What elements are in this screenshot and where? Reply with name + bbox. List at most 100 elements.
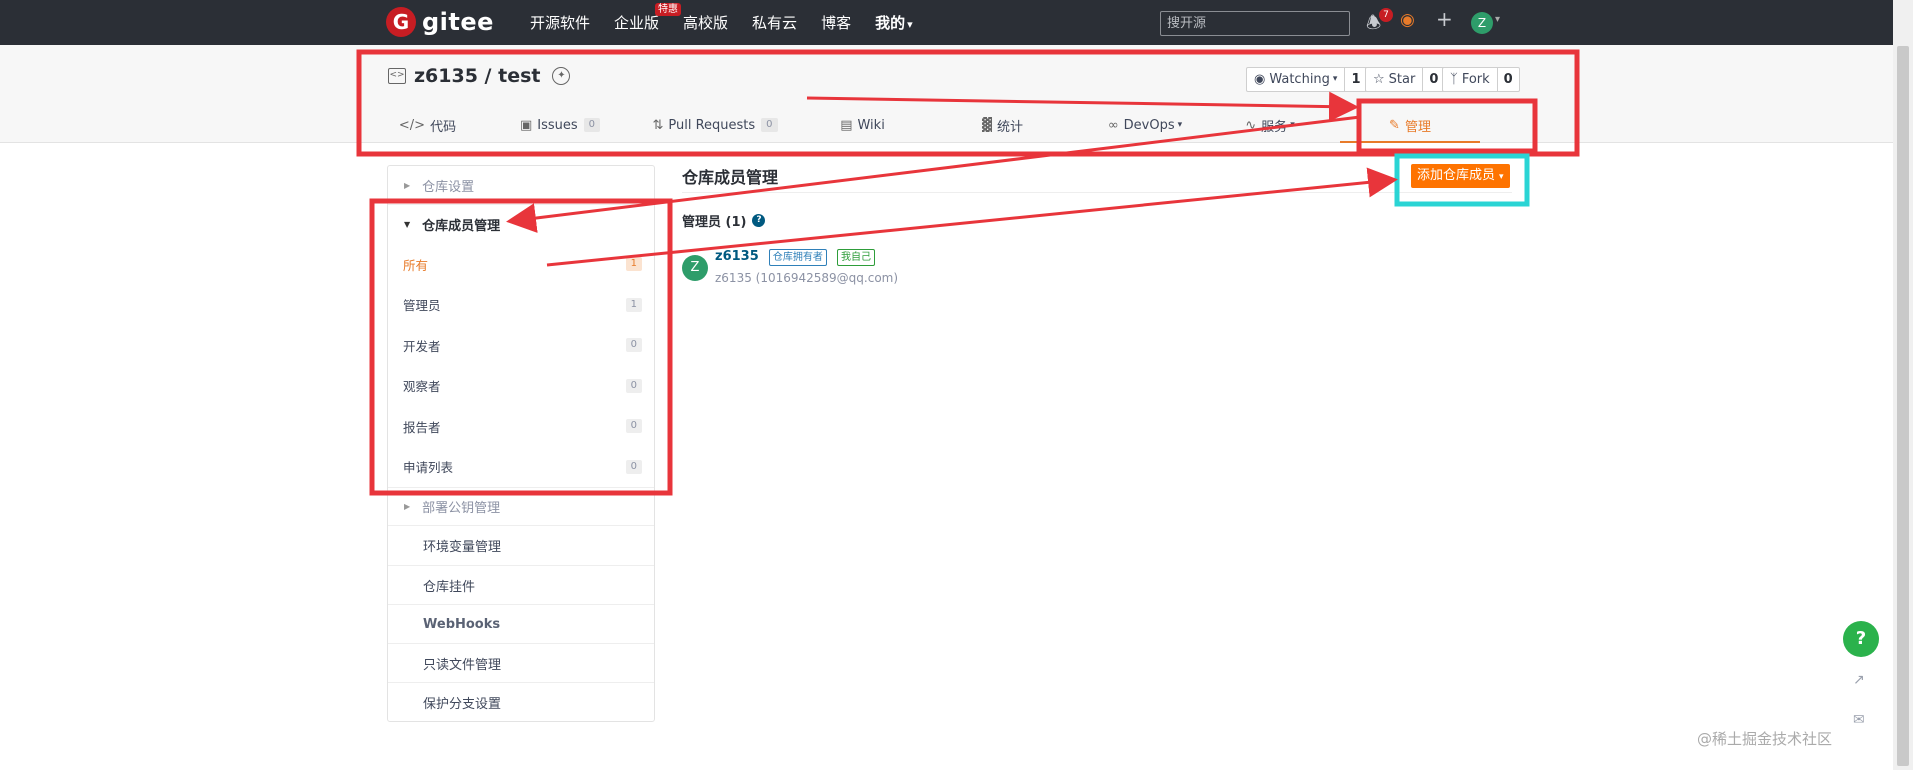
watching-button[interactable]: ◉ Watching ▾ 1 <box>1246 67 1368 92</box>
add-member-button[interactable]: 添加仓库成员 ▾ <box>1411 164 1510 188</box>
caret-right-icon: ▶ <box>404 502 411 511</box>
sidebar-item-observers[interactable]: 观察者 0 <box>388 366 654 407</box>
sidebar-group-deploy-keys[interactable]: ▶ 部署公钥管理 <box>388 487 654 526</box>
chevron-down-icon: ▾ <box>1177 120 1183 130</box>
watermark: @稀土掘金技术社区 <box>1697 730 1833 748</box>
floating-help-button[interactable]: ? <box>1843 621 1879 657</box>
repo-tabs: </> 代码 ▣ Issues 0 ⇅ Pull Requests 0 ▤ Wiki ▓ 统计… <box>370 107 1520 143</box>
tab-service-label: 服务 <box>1261 119 1288 135</box>
tab-manage-label: 管理 <box>1404 119 1431 135</box>
pull-request-icon: ⇅ <box>652 117 664 133</box>
sidebar-item-readonly-files[interactable]: 只读文件管理 <box>388 643 654 682</box>
member-row: Z z6135 仓库拥有者 我自己 z6135 (1016942589@qq.c… <box>682 249 898 285</box>
member-avatar[interactable]: Z <box>682 255 708 281</box>
tab-wiki-label: Wiki <box>857 117 885 133</box>
tab-issues[interactable]: ▣ Issues 0 <box>485 107 635 143</box>
repo-header: <> z6135 / test ✦ ◉ Watching ▾ 1 ☆ Star 0 ᛉ… <box>0 45 1893 143</box>
tab-service[interactable]: ∿ 服务 ▾ <box>1215 107 1325 143</box>
watching-label: Watching <box>1269 72 1330 87</box>
tab-pr-label: Pull Requests <box>668 117 756 133</box>
count-badge: 1 <box>625 297 642 312</box>
tab-manage[interactable]: ✎ 管理 <box>1340 107 1480 143</box>
top-navbar: G gitee 开源软件 企业版特惠 高校版 私有云 博客 我的▾ 🕭 7 ◉ … <box>0 0 1893 45</box>
watching-count: 1 <box>1344 68 1366 91</box>
gitee-logo[interactable]: G gitee <box>386 7 494 37</box>
sidebar-item-admins[interactable]: 管理员 1 <box>388 285 654 326</box>
settings-sidebar: ▶ 仓库设置 ▼ 仓库成员管理 所有 1 管理员 1 开发者 0 观察者 0 报告者 0 申请… <box>387 165 655 722</box>
sidebar-item-label: 所有 <box>403 257 429 273</box>
nav-university[interactable]: 高校版 <box>683 12 728 33</box>
fork-label: Fork <box>1461 72 1490 87</box>
tab-code-label: 代码 <box>430 119 457 135</box>
sidebar-item-reporters[interactable]: 报告者 0 <box>388 406 654 447</box>
tab-stats[interactable]: ▓ 统计 <box>930 107 1075 143</box>
sidebar-item-all[interactable]: 所有 1 <box>388 244 654 285</box>
gitee-logo-icon: G <box>386 7 416 37</box>
sidebar-item-protected-branches[interactable]: 保护分支设置 <box>388 682 654 721</box>
repo-name[interactable]: z6135 / test <box>414 65 540 87</box>
star-icon: ☆ <box>1373 72 1385 87</box>
add-member-label: 添加仓库成员 <box>1417 168 1496 183</box>
count-badge: 0 <box>625 338 642 353</box>
star-button[interactable]: ☆ Star 0 <box>1365 67 1446 92</box>
caret-down-icon: ▼ <box>404 220 411 229</box>
sidebar-item-applications[interactable]: 申请列表 0 <box>388 447 654 488</box>
member-name[interactable]: z6135 <box>715 249 759 264</box>
nav-open-source[interactable]: 开源软件 <box>530 12 590 33</box>
sidebar-item-env-vars[interactable]: 环境变量管理 <box>388 526 654 565</box>
wiki-icon: ▤ <box>840 117 853 133</box>
question-icon[interactable]: ? <box>752 214 766 227</box>
sidebar-item-label: 管理员 <box>403 298 441 314</box>
count-badge: 0 <box>625 419 642 434</box>
gitee-logo-text: gitee <box>422 8 494 36</box>
tab-pull-requests[interactable]: ⇅ Pull Requests 0 <box>635 107 795 143</box>
service-icon: ∿ <box>1245 117 1257 133</box>
promo-badge: 特惠 <box>655 3 682 16</box>
self-tag: 我自己 <box>837 249 876 266</box>
sidebar-item-widgets[interactable]: 仓库挂件 <box>388 565 654 604</box>
share-icon[interactable]: ↗ <box>1853 672 1865 688</box>
main-nav: 开源软件 企业版 特惠 高校版 私有云 博客 我的 ▾ <box>530 0 937 45</box>
nav-enterprise[interactable]: 企业版 特惠 <box>614 3 682 33</box>
stats-icon: ▓ <box>981 117 992 133</box>
count-badge: 1 <box>625 257 642 272</box>
member-detail: z6135 (1016942589@qq.com) <box>715 271 899 285</box>
repo-title: <> z6135 / test ✦ <box>388 65 571 87</box>
chevron-down-icon[interactable]: ▾ <box>1495 14 1500 25</box>
search-input[interactable] <box>1160 11 1350 36</box>
user-avatar[interactable]: Z <box>1471 12 1493 34</box>
count-badge: 0 <box>625 459 642 474</box>
count-badge: 0 <box>625 378 642 393</box>
tab-pr-count: 0 <box>761 118 778 132</box>
chat-icon[interactable]: ✉ <box>1853 712 1865 728</box>
nav-blog[interactable]: 博客 <box>821 12 851 33</box>
tab-stats-label: 统计 <box>996 119 1023 135</box>
code-repo-icon: <> <box>388 68 406 84</box>
location-pin-icon[interactable]: ◉ <box>1400 10 1415 30</box>
sidebar-item-webhooks[interactable]: WebHooks <box>388 604 654 643</box>
sidebar-item-label: 观察者 <box>403 379 441 395</box>
tab-wiki[interactable]: ▤ Wiki <box>795 107 930 143</box>
owner-tag: 仓库拥有者 <box>768 249 827 266</box>
fork-button[interactable]: ᛉ Fork 0 <box>1442 67 1520 92</box>
plus-icon[interactable]: + <box>1436 7 1453 31</box>
tab-issues-count: 0 <box>583 118 601 132</box>
sidebar-group-member-management[interactable]: ▼ 仓库成员管理 <box>388 205 654 244</box>
tab-code[interactable]: </> 代码 <box>370 107 485 143</box>
nav-private-cloud[interactable]: 私有云 <box>752 12 797 33</box>
fork-icon: ᛉ <box>1450 72 1458 87</box>
sidebar-item-label: 开发者 <box>403 338 441 354</box>
sidebar-item-label: 申请列表 <box>403 460 454 476</box>
sidebar-group-repo-settings[interactable]: ▶ 仓库设置 <box>388 166 654 205</box>
code-icon: </> <box>398 117 426 133</box>
page-scrollbar[interactable] <box>1893 0 1913 770</box>
sidebar-item-developers[interactable]: 开发者 0 <box>388 325 654 366</box>
devops-icon: ∞ <box>1107 117 1119 133</box>
scrollbar-thumb[interactable] <box>1897 46 1909 766</box>
caret-right-icon: ▶ <box>404 180 411 190</box>
sidebar-group-label: 仓库成员管理 <box>422 219 501 234</box>
tab-devops[interactable]: ∞ DevOps ▾ <box>1075 107 1215 143</box>
chevron-down-icon: ▾ <box>1332 74 1338 84</box>
nav-mine[interactable]: 我的 ▾ <box>875 12 913 33</box>
recommend-badge-icon[interactable]: ✦ <box>552 67 571 85</box>
